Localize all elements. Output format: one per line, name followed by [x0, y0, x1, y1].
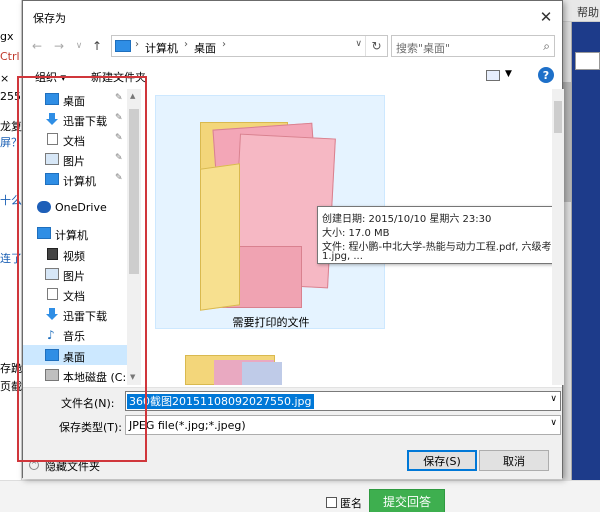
tooltip-size: 大小: 17.0 MB	[322, 228, 390, 239]
folder-front	[200, 163, 240, 311]
filename-input[interactable]: 360截图20151108092027550.jpg ∨	[125, 391, 561, 411]
search-icon[interactable]: ⌕	[543, 39, 550, 54]
tooltip-files-more: 1.jpg, ...	[322, 251, 363, 262]
breadcrumb-separator[interactable]: ›	[135, 39, 139, 50]
folder-tooltip: 创建日期: 2015/10/10 星期六 23:30 大小: 17.0 MB 文…	[317, 206, 564, 264]
background-text: ×	[0, 72, 10, 85]
help-icon[interactable]: ?	[538, 67, 554, 83]
anonymous-checkbox[interactable]	[326, 497, 337, 508]
view-options-icon[interactable]	[486, 70, 500, 81]
close-icon[interactable]: ✕	[536, 7, 556, 27]
document-preview	[242, 362, 282, 385]
view-dropdown-icon[interactable]: ▼	[505, 69, 512, 79]
cancel-button[interactable]: 取消	[479, 450, 549, 471]
up-arrow-icon[interactable]: ↑	[89, 37, 105, 55]
anonymous-label: 匿名	[340, 497, 362, 510]
background-text: Ctrl	[0, 50, 20, 63]
save-button[interactable]: 保存(S)	[407, 450, 477, 471]
chevron-down-icon[interactable]: ∨	[550, 394, 557, 404]
background-help-link[interactable]: 帮助	[577, 4, 599, 20]
tooltip-created: 创建日期: 2015/10/10 星期六 23:30	[322, 214, 492, 225]
folder-name: 需要打印的文件	[232, 316, 310, 329]
background-scroll-thumb[interactable]	[563, 82, 571, 202]
breadcrumb-separator[interactable]: ›	[184, 39, 188, 50]
breadcrumb-computer[interactable]: 计算机	[145, 40, 178, 56]
file-list-scroll-thumb[interactable]	[554, 101, 562, 133]
refresh-icon[interactable]: ↻	[365, 36, 387, 56]
address-bar[interactable]: › 计算机 › 桌面 › ∨ ↻	[111, 35, 388, 57]
forward-arrow-icon[interactable]: →	[51, 37, 67, 55]
search-placeholder: 搜索"桌面"	[396, 42, 451, 55]
background-blue-panel	[562, 22, 600, 512]
file-list-scrollbar[interactable]	[552, 89, 564, 385]
background-text: gx	[0, 30, 14, 43]
back-arrow-icon[interactable]: ←	[29, 37, 45, 55]
filetype-select[interactable]: JPEG file(*.jpg;*.jpeg) ∨	[125, 415, 561, 435]
search-box[interactable]: 搜索"桌面" ⌕	[391, 35, 555, 57]
background-combo[interactable]	[575, 52, 600, 70]
breadcrumb-desktop[interactable]: 桌面	[194, 40, 216, 56]
background-footer	[0, 480, 600, 512]
dialog-title: 保存为	[33, 12, 66, 25]
recent-locations-icon[interactable]: ∨	[71, 37, 87, 55]
computer-icon	[115, 40, 131, 52]
address-dropdown-icon[interactable]: ∨	[355, 39, 362, 49]
breadcrumb-separator[interactable]: ›	[222, 39, 226, 50]
chevron-down-icon[interactable]: ∨	[550, 418, 557, 428]
dialog-titlebar[interactable]: 保存为 ✕	[23, 1, 562, 31]
folder-item[interactable]	[185, 355, 282, 385]
file-list: 需要打印的文件 创建日期: 2015/10/10 星期六 23:30 大小: 1…	[141, 89, 564, 385]
submit-answer-button[interactable]: 提交回答	[369, 489, 445, 512]
navigation-bar: ← → ∨ ↑ › 计算机 › 桌面 › ∨ ↻ 搜索"桌面" ⌕	[23, 33, 562, 59]
filename-value[interactable]: 360截图20151108092027550.jpg	[127, 394, 314, 409]
annotation-highlight	[17, 76, 147, 462]
